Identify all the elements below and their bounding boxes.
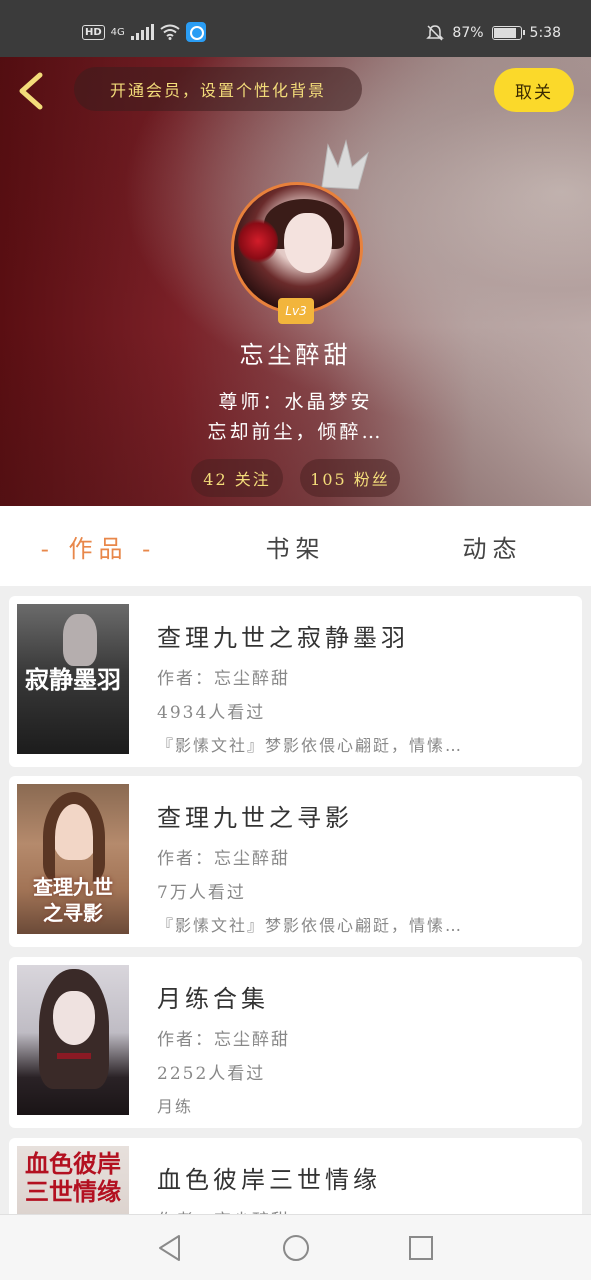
tab-activity[interactable]: 动态 bbox=[394, 506, 591, 586]
work-title: 查理九世之寻影 bbox=[157, 804, 353, 832]
nav-home-icon[interactable] bbox=[281, 1233, 311, 1263]
work-views: 4934人看过 bbox=[157, 703, 266, 723]
system-nav-bar bbox=[0, 1214, 591, 1280]
profile-tabs: - 作品 - 书架 动态 bbox=[0, 506, 591, 586]
work-title: 查理九世之寂静墨羽 bbox=[157, 624, 409, 652]
work-description: 月练 bbox=[157, 1097, 194, 1116]
tab-works[interactable]: - 作品 - bbox=[0, 506, 197, 586]
battery-percent: 87% bbox=[452, 25, 484, 41]
work-description: 『影愫文社』梦影依偎心翩跹，情愫… bbox=[157, 736, 464, 755]
book-cover: 寂静墨羽 bbox=[17, 604, 129, 754]
profile-header: 开通会员，设置个性化背景 取关 Lv3 忘尘醉甜 尊师：水晶梦安 忘却前尘，倾醉… bbox=[0, 57, 591, 506]
battery-icon bbox=[491, 26, 525, 40]
unfollow-button[interactable]: 取关 bbox=[494, 68, 574, 112]
username: 忘尘醉甜 bbox=[239, 341, 352, 369]
list-item[interactable]: 月练合集 作者：忘尘醉甜 2252人看过 月练 bbox=[9, 957, 582, 1128]
work-title: 月练合集 bbox=[157, 985, 269, 1013]
list-item[interactable]: 血色彼岸三世情缘 血色彼岸三世情缘 作者：忘尘醉甜 bbox=[9, 1138, 582, 1214]
avatar[interactable] bbox=[231, 182, 363, 314]
status-bar: HD 4G 87% 5:38 bbox=[0, 0, 591, 57]
nav-back-icon[interactable] bbox=[155, 1233, 185, 1263]
work-author: 作者：忘尘醉甜 bbox=[157, 849, 290, 869]
book-cover: 查理九世之寻影 bbox=[17, 784, 129, 934]
work-title: 血色彼岸三世情缘 bbox=[157, 1166, 381, 1194]
work-views: 7万人看过 bbox=[157, 883, 246, 903]
bio-text[interactable]: 忘却前尘，倾醉… bbox=[0, 417, 591, 444]
signal-icon bbox=[130, 24, 154, 40]
work-author: 作者：忘尘醉甜 bbox=[157, 1206, 290, 1214]
network-type: 4G bbox=[110, 26, 125, 38]
work-author: 作者：忘尘醉甜 bbox=[157, 1030, 290, 1050]
teacher-text: 尊师：水晶梦安 bbox=[218, 391, 373, 413]
cover-title: 血色彼岸三世情缘 bbox=[25, 1149, 121, 1206]
book-cover bbox=[17, 965, 129, 1115]
clock: 5:38 bbox=[529, 25, 561, 41]
works-list: 寂静墨羽 查理九世之寂静墨羽 作者：忘尘醉甜 4934人看过 『影愫文社』梦影依… bbox=[0, 586, 591, 1214]
following-count[interactable]: 42 关注 bbox=[191, 459, 283, 497]
work-views: 2252人看过 bbox=[157, 1064, 266, 1084]
work-author: 作者：忘尘醉甜 bbox=[157, 669, 290, 689]
level-badge: Lv3 bbox=[278, 298, 314, 324]
wifi-icon bbox=[160, 24, 180, 40]
status-left: HD 4G bbox=[82, 22, 206, 42]
nav-recents-icon[interactable] bbox=[406, 1233, 436, 1263]
fans-count[interactable]: 105 粉丝 bbox=[300, 459, 400, 497]
work-description: 『影愫文社』梦影依偎心翩跹，情愫… bbox=[157, 916, 464, 935]
cover-title: 寂静墨羽 bbox=[25, 665, 121, 694]
back-icon[interactable] bbox=[14, 71, 50, 111]
status-right: 87% 5:38 bbox=[426, 24, 561, 42]
list-item[interactable]: 寂静墨羽 查理九世之寂静墨羽 作者：忘尘醉甜 4934人看过 『影愫文社』梦影依… bbox=[9, 596, 582, 767]
cover-title: 查理九世之寻影 bbox=[33, 875, 113, 925]
vip-background-banner[interactable]: 开通会员，设置个性化背景 bbox=[74, 67, 362, 111]
book-cover: 血色彼岸三世情缘 bbox=[17, 1146, 129, 1214]
mute-bell-icon bbox=[426, 25, 445, 41]
app-notification-icon bbox=[185, 22, 206, 42]
tab-bookshelf[interactable]: 书架 bbox=[197, 506, 394, 586]
hd-icon: HD bbox=[82, 24, 105, 40]
list-item[interactable]: 查理九世之寻影 查理九世之寻影 作者：忘尘醉甜 7万人看过 『影愫文社』梦影依偎… bbox=[9, 776, 582, 947]
